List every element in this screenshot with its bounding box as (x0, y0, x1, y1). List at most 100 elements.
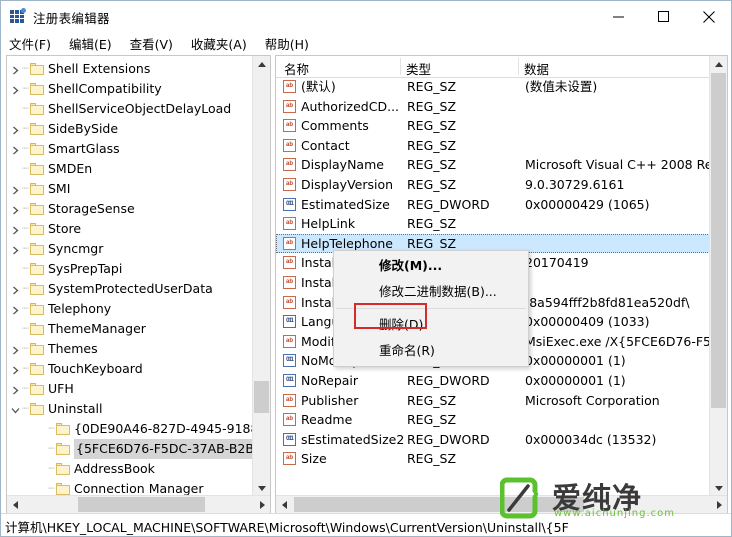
tree-scroll-left-icon[interactable] (7, 496, 24, 513)
chevron-right-icon[interactable] (9, 79, 21, 99)
value-row[interactable]: ab AuthorizedCD... REG_SZ (276, 97, 710, 117)
tree-item[interactable]: ┈ ShellCompatibility (7, 79, 253, 99)
chevron-right-icon[interactable] (9, 339, 21, 359)
tree-item[interactable]: ┈ UFH (7, 379, 253, 399)
folder-icon (30, 363, 44, 375)
chevron-right-icon[interactable] (9, 379, 21, 399)
dword-value-icon: 011 (283, 315, 296, 329)
column-divider-1[interactable] (400, 58, 401, 75)
value-row[interactable]: ab Comments REG_SZ (276, 116, 710, 136)
value-row[interactable]: 011 EstimatedSize REG_DWORD 0x00000429 (106… (276, 195, 710, 215)
chevron-down-icon[interactable] (9, 399, 21, 419)
column-divider-2[interactable] (518, 58, 519, 75)
value-data: MsiExec.exe /X{5FCE6D76-F5DC- (525, 333, 710, 349)
tree-item-label: Connection Manager (74, 481, 204, 496)
tree-item[interactable]: ┈ AddressBook (7, 459, 253, 479)
list-scroll-left-icon[interactable] (276, 496, 293, 513)
tree-item[interactable]: ┈ ShellServiceObjectDelayLoad (7, 99, 253, 119)
tree-horizontal-scrollbar[interactable] (7, 495, 270, 513)
menu-view[interactable]: 查看(V) (130, 32, 182, 55)
tree-connector: ┈ (22, 403, 29, 415)
tree-vertical-scrollbar[interactable] (252, 56, 270, 496)
tree-connector: ┈ (48, 463, 55, 475)
chevron-right-icon[interactable] (9, 139, 21, 159)
tree-item-label: SMI (48, 181, 71, 196)
chevron-right-icon[interactable] (9, 299, 21, 319)
tree-item-label: {0DE90A46-827D-4945-9188-877 (74, 421, 253, 436)
value-row[interactable]: 011 sEstimatedSize2 REG_DWORD 0x000034dc (1… (276, 430, 710, 450)
chevron-right-icon[interactable] (9, 199, 21, 219)
tree-item[interactable]: ┈ SMDEn (7, 159, 253, 179)
chevron-right-icon[interactable] (9, 279, 21, 299)
maximize-button[interactable] (641, 1, 686, 32)
value-row[interactable]: ab DisplayName REG_SZ Microsoft Visual C++ … (276, 155, 710, 175)
tree-scroll-down-icon[interactable] (253, 479, 270, 496)
value-row[interactable]: ab DisplayVersion REG_SZ 9.0.30729.6161 (276, 175, 710, 195)
tree-scrollbar-thumb[interactable] (254, 381, 269, 413)
tree-item[interactable]: ┈ TouchKeyboard (7, 359, 253, 379)
tree-hscrollbar-thumb[interactable] (78, 497, 205, 512)
chevron-right-icon[interactable] (9, 179, 21, 199)
list-vertical-scrollbar[interactable] (709, 56, 727, 496)
tree-item-label: Themes (48, 341, 98, 356)
folder-icon (30, 63, 44, 75)
tree-item[interactable]: ┈ SideBySide (7, 119, 253, 139)
registry-tree[interactable]: ┈ Shell Extensions ┈ ShellCompatibility ┈ She… (7, 56, 253, 496)
tree-scroll-up-icon[interactable] (253, 56, 270, 73)
menu-edit[interactable]: 编辑(E) (69, 32, 121, 55)
menu-favorites[interactable]: 收藏夹(A) (191, 32, 256, 55)
value-row[interactable]: 011 NoRepair REG_DWORD 0x00000001 (1) (276, 371, 710, 391)
value-row[interactable]: ab Contact REG_SZ (276, 136, 710, 156)
menu-help[interactable]: 帮助(H) (265, 32, 318, 55)
value-name: HelpLink (301, 216, 356, 232)
value-row[interactable]: ab Publisher REG_SZ Microsoft Corporation (276, 391, 710, 411)
value-row[interactable]: ab Readme REG_SZ (276, 410, 710, 430)
tree-item[interactable]: ┈ Connection Manager (7, 479, 253, 496)
tree-item[interactable]: ┈ Telephony (7, 299, 253, 319)
tree-item[interactable]: ┈ Store (7, 219, 253, 239)
window-controls (596, 1, 731, 32)
column-header-name[interactable]: 名称 (284, 59, 309, 78)
list-scroll-up-icon[interactable] (710, 56, 727, 73)
chevron-right-icon[interactable] (9, 119, 21, 139)
tree-item[interactable]: ┈ SysPrepTapi (7, 259, 253, 279)
column-header-type[interactable]: 类型 (406, 59, 431, 78)
value-row[interactable]: ab Size REG_SZ (276, 449, 710, 469)
chevron-right-icon[interactable] (9, 359, 21, 379)
tree-item[interactable]: ┈ ThemeManager (7, 319, 253, 339)
value-row[interactable]: ab HelpLink REG_SZ (276, 214, 710, 234)
column-header-data[interactable]: 数据 (524, 59, 549, 78)
value-row[interactable]: ab (默认) REG_SZ (数值未设置) (276, 77, 710, 97)
chevron-right-icon[interactable] (9, 239, 21, 259)
tree-item[interactable]: ┈ Uninstall (7, 399, 253, 419)
chevron-right-icon[interactable] (9, 59, 21, 79)
folder-icon (30, 303, 44, 315)
tree-item-label: TouchKeyboard (48, 361, 143, 376)
tree-item[interactable]: ┈ SystemProtectedUserData (7, 279, 253, 299)
value-type: REG_DWORD (407, 196, 490, 212)
tree-item[interactable]: ┈ Syncmgr (7, 239, 253, 259)
tree-item[interactable]: ┈ StorageSense (7, 199, 253, 219)
tree-item[interactable]: ┈ SMI (7, 179, 253, 199)
tree-item[interactable]: ┈ {0DE90A46-827D-4945-9188-877 (7, 419, 253, 439)
list-scrollbar-thumb[interactable] (711, 73, 726, 408)
folder-icon (30, 143, 44, 155)
tree-item[interactable]: ┈ Themes (7, 339, 253, 359)
string-value-icon: ab (283, 119, 296, 133)
value-context-menu[interactable]: 修改(M)... 修改二进制数据(B)... 删除(D) 重命名(R) (333, 250, 529, 367)
context-menu-item[interactable]: 修改(M)... (334, 253, 528, 279)
context-menu-item[interactable]: 删除(D) (334, 312, 528, 338)
minimize-button[interactable] (596, 1, 641, 32)
context-menu-item[interactable]: 重命名(R) (334, 338, 528, 364)
tree-scroll-right-icon[interactable] (253, 496, 270, 513)
context-menu-item[interactable]: 修改二进制数据(B)... (334, 279, 528, 305)
value-type: REG_SZ (407, 98, 457, 114)
menu-file[interactable]: 文件(F) (9, 32, 60, 55)
tree-item-label: ShellServiceObjectDelayLoad (48, 101, 232, 116)
tree-item[interactable]: ┈ Shell Extensions (7, 59, 253, 79)
chevron-right-icon[interactable] (9, 219, 21, 239)
close-button[interactable] (686, 1, 731, 32)
tree-item[interactable]: ┈ {5FCE6D76-F5DC-37AB-B2B8-22 (7, 439, 253, 459)
tree-item[interactable]: ┈ SmartGlass (7, 139, 253, 159)
tree-item-label: ThemeManager (48, 321, 146, 336)
